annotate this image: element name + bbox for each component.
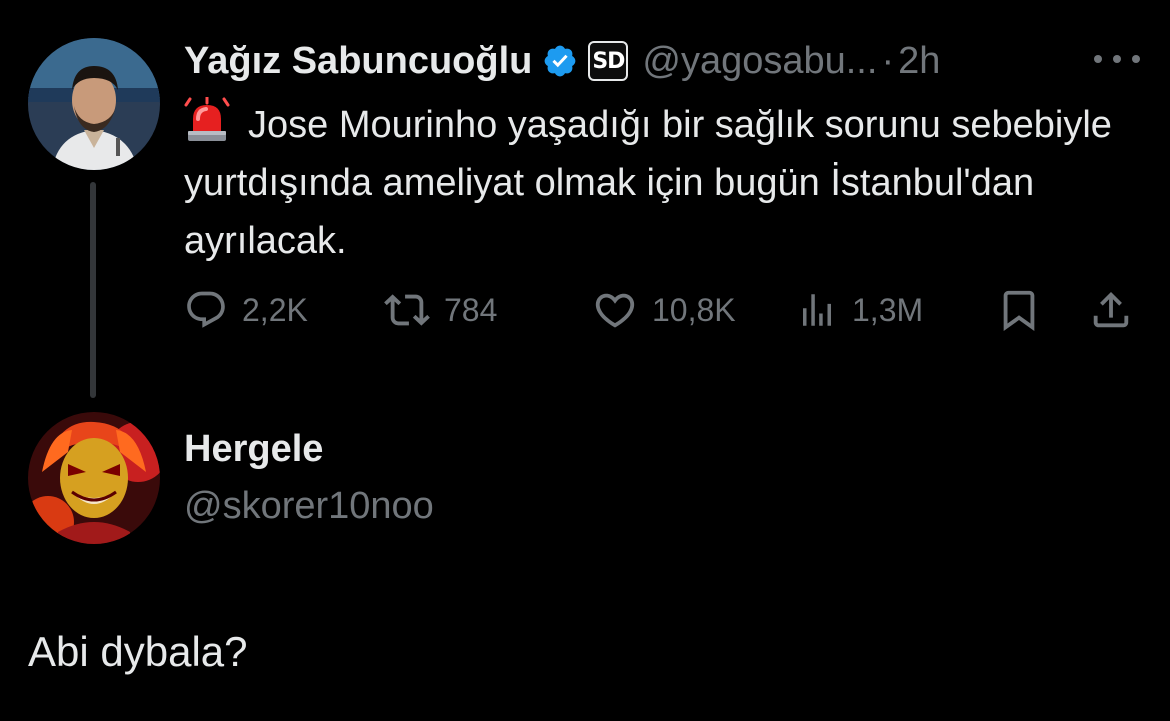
retweet-icon — [384, 287, 430, 333]
reply-button[interactable]: 2,2K — [184, 284, 308, 336]
share-icon — [1088, 287, 1134, 333]
retweet-count: 784 — [444, 291, 498, 328]
views-button[interactable]: 1,3M — [796, 284, 923, 336]
retweet-button[interactable]: 784 — [384, 284, 497, 336]
author-name[interactable]: Yağız Sabuncuoğlu — [184, 40, 532, 83]
bookmark-button[interactable] — [996, 284, 1042, 336]
bookmark-icon — [996, 287, 1042, 333]
like-icon — [592, 287, 638, 333]
like-count: 10,8K — [652, 291, 736, 328]
reply-count: 2,2K — [242, 291, 308, 328]
share-button[interactable] — [1088, 284, 1134, 336]
verified-badge-icon — [542, 43, 578, 79]
reply-text: Abi dybala? — [28, 628, 248, 675]
reply-author-avatar[interactable] — [28, 412, 160, 544]
tweet-actions: 2,2K 784 10,8K 1,3M — [184, 284, 1144, 336]
sd-logo-badge: SD — [588, 41, 629, 81]
separator-dot: · — [881, 39, 895, 82]
reply-author-name[interactable]: Hergele — [184, 428, 323, 471]
author-handle[interactable]: @yagosabu... — [642, 40, 877, 83]
views-count: 1,3M — [852, 291, 924, 328]
siren-emoji — [184, 95, 230, 143]
tweet-header: Yağız Sabuncuoğlu SD @yagosabu... · 2h — [184, 36, 940, 86]
views-icon — [796, 289, 838, 331]
like-button[interactable]: 10,8K — [592, 284, 736, 336]
tweet-thread: Yağız Sabuncuoğlu SD @yagosabu... · 2h J… — [0, 0, 1170, 721]
author-avatar[interactable] — [28, 38, 160, 170]
thread-connector-line — [90, 182, 96, 398]
tweet-body: Jose Mourinho yaşadığı bir sağlık sorunu… — [184, 95, 1144, 270]
more-icon[interactable] — [1094, 52, 1140, 66]
tweet-text: Jose Mourinho yaşadığı bir sağlık sorunu… — [184, 104, 1112, 262]
reply-icon — [184, 288, 228, 332]
tweet-timestamp[interactable]: 2h — [898, 40, 940, 83]
reply-author-handle[interactable]: @skorer10noo — [184, 485, 434, 528]
